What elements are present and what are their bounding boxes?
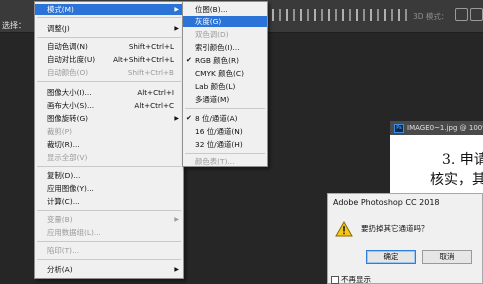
menu-item-apply-image[interactable]: 应用图像(Y)... (35, 183, 183, 194)
ok-button[interactable]: 确定 (366, 250, 416, 264)
checkbox-box[interactable] (331, 275, 339, 284)
submenu-arrow-icon: ▶ (174, 216, 179, 223)
menu-item-image-rotation[interactable]: 图像旋转(G) ▶ (35, 113, 183, 124)
menu-separator (37, 81, 181, 82)
dialog-title: Adobe Photoshop CC 2018 (333, 198, 440, 207)
mode-submenu: 位图(B)... 灰度(G) 双色调(D) 索引颜色(I)... ✔ RGB 颜色… (182, 1, 268, 167)
menu-item-reveal-all: 显示全部(V) (47, 153, 88, 162)
3d-mode-label: 3D 模式： (413, 12, 449, 21)
menu-separator (37, 210, 181, 211)
options-bar-label: 选择： (2, 21, 26, 30)
document-text-line: 核实，其 (430, 172, 483, 188)
menu-item-trap: 陷印(T)... (47, 246, 80, 255)
submenu-item-color-table: 颜色表(T)... (195, 157, 235, 166)
submenu-arrow-icon: ▶ (174, 6, 179, 13)
document-tab-title: IMAGE0~1.jpg @ 100% (407, 124, 483, 132)
checkbox-label: 不再显示 (341, 275, 371, 284)
3d-roll-icon[interactable] (470, 8, 483, 21)
submenu-arrow-icon: ▶ (174, 25, 179, 32)
menu-separator (185, 153, 265, 154)
menu-item-image-size[interactable]: 图像大小(I)... Alt+Ctrl+I (35, 87, 183, 98)
dialog-message: 要扔掉其它通道吗？ (361, 224, 429, 233)
menu-item-calculations[interactable]: 计算(C)... (35, 196, 183, 207)
menu-item-mode[interactable]: 模式(M) ▶ (35, 4, 183, 15)
confirm-dialog: Adobe Photoshop CC 2018 要扔掉其它通道吗？ 确定 取消 … (327, 193, 483, 284)
distribute-vertical-centers-icon[interactable] (328, 9, 337, 21)
submenu-item-lab-color[interactable]: Lab 颜色(L) (183, 81, 267, 92)
menu-item-canvas-size[interactable]: 画布大小(S)... Alt+Ctrl+C (35, 100, 183, 111)
checkmark-icon: ✔ (186, 56, 192, 64)
checkmark-icon: ✔ (186, 114, 192, 122)
align-horizontal-centers-icon[interactable] (286, 9, 295, 21)
distribute-horizontal-centers-icon[interactable] (370, 9, 379, 21)
submenu-item-8-bit[interactable]: ✔ 8 位/通道(A) (183, 113, 267, 124)
submenu-item-bitmap[interactable]: 位图(B)... (183, 4, 267, 15)
menu-item-auto-contrast[interactable]: 自动对比度(U) Alt+Shift+Ctrl+L (35, 54, 183, 65)
distribute-top-icon[interactable] (314, 9, 323, 21)
auto-align-layers-icon[interactable] (398, 9, 407, 21)
menu-item-adjustments[interactable]: 调整(J) ▶ (35, 23, 183, 34)
submenu-item-multichannel[interactable]: 多通道(M) (183, 94, 267, 105)
menu-separator (37, 241, 181, 242)
image-menu: 模式(M) ▶ 调整(J) ▶ 自动色调(N) Shift+Ctrl+L 自动对比度(… (34, 1, 184, 279)
submenu-item-32-bit[interactable]: 32 位/通道(H) (183, 139, 267, 150)
distribute-left-icon[interactable] (356, 9, 365, 21)
document-text-line: 3. 申请 (442, 152, 483, 168)
menu-item-trim[interactable]: 裁切(R)... (35, 139, 183, 150)
distribute-bottom-icon[interactable] (342, 9, 351, 21)
submenu-item-duotone: 双色调(D) (195, 30, 229, 39)
document-tab[interactable]: Ps IMAGE0~1.jpg @ 100% (390, 121, 483, 135)
submenu-arrow-icon: ▶ (174, 115, 179, 122)
submenu-arrow-icon: ▶ (174, 266, 179, 273)
menu-separator (37, 259, 181, 260)
photoshop-file-icon: Ps (394, 123, 404, 133)
align-right-edges-icon[interactable] (300, 9, 309, 21)
warning-icon (335, 221, 353, 237)
submenu-item-indexed-color[interactable]: 索引颜色(I)... (183, 42, 267, 53)
menu-separator (37, 37, 181, 38)
menu-item-duplicate[interactable]: 复制(D)... (35, 170, 183, 181)
align-left-edges-icon[interactable] (272, 9, 281, 21)
dont-show-again-checkbox[interactable]: 不再显示 (331, 274, 371, 284)
menu-item-analysis[interactable]: 分析(A) ▶ (35, 264, 183, 275)
menu-item-auto-tone[interactable]: 自动色调(N) Shift+Ctrl+L (35, 41, 183, 52)
menu-item-variables: 变量(B) ▶ (47, 215, 179, 224)
menu-item-crop: 裁剪(P) (47, 127, 73, 136)
submenu-item-16-bit[interactable]: 16 位/通道(N) (183, 126, 267, 137)
3d-orbit-icon[interactable] (455, 8, 468, 21)
menu-separator (37, 166, 181, 167)
submenu-item-rgb-color[interactable]: ✔ RGB 颜色(R) (183, 55, 267, 66)
submenu-item-grayscale[interactable]: 灰度(G) (183, 16, 267, 27)
menu-item-auto-color: 自动颜色(O) Shift+Ctrl+B (47, 68, 174, 77)
align-icons-group (272, 9, 407, 21)
distribute-right-icon[interactable] (384, 9, 393, 21)
menu-separator (185, 108, 265, 109)
menu-separator (37, 17, 181, 18)
submenu-item-cmyk-color[interactable]: CMYK 颜色(C) (183, 68, 267, 79)
cancel-button[interactable]: 取消 (422, 250, 472, 264)
menu-item-apply-data-set: 应用数据组(L)... (47, 228, 101, 237)
